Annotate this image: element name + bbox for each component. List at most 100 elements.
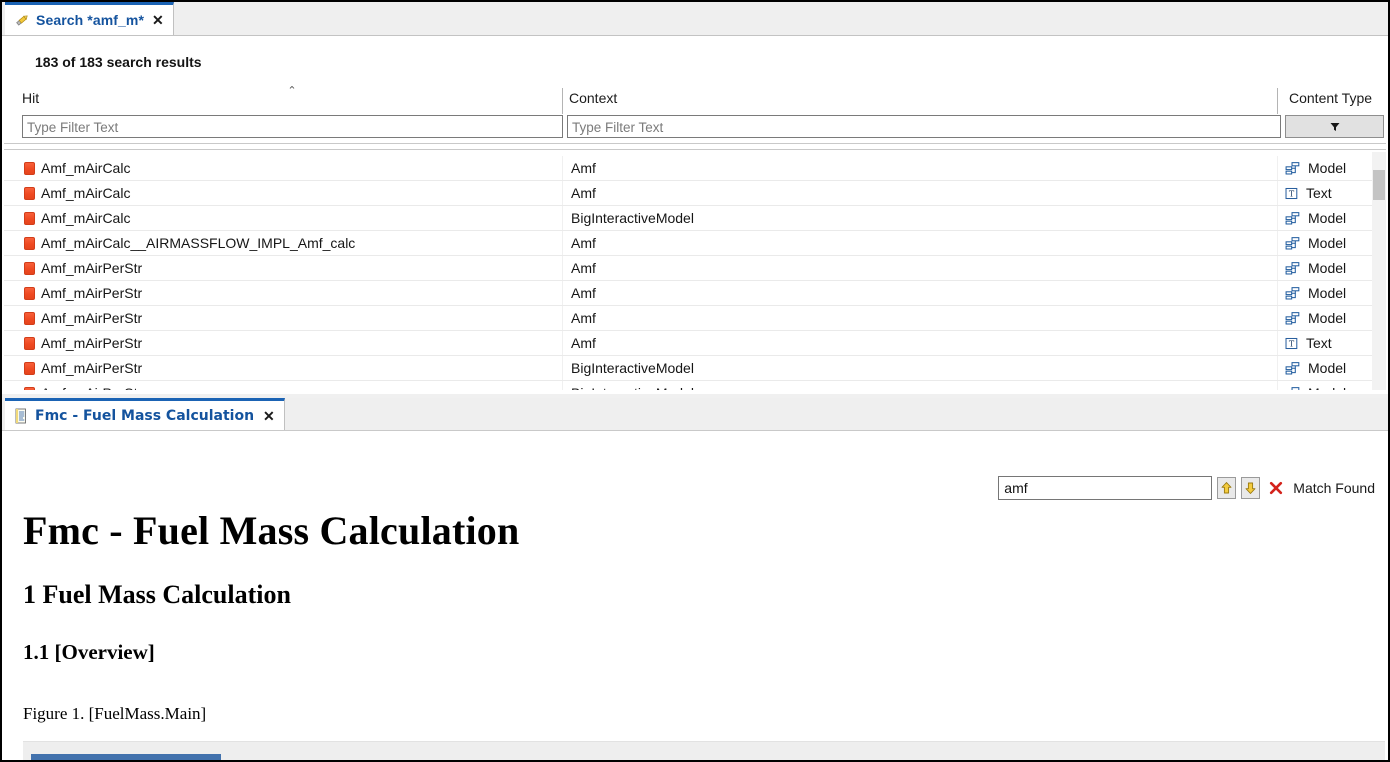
row-divider-1: [562, 381, 563, 390]
cell-hit-label: Amf_mAirPerStr: [41, 285, 142, 301]
cell-hit: Amf_mAirCalc: [24, 206, 130, 230]
arrow-up-icon: [1220, 481, 1233, 495]
table-row[interactable]: Amf_mAirPerStrBigInteractiveModelModel: [4, 356, 1386, 381]
cell-hit-label: Amf_mAirPerStr: [41, 260, 142, 276]
close-x-icon: [1268, 480, 1284, 496]
find-previous-button[interactable]: [1217, 477, 1236, 499]
cell-content-type: Model: [1285, 256, 1346, 280]
filter-input-context[interactable]: Type Filter Text: [567, 115, 1281, 138]
document-content: Match Found Fmc - Fuel Mass Calculation …: [5, 431, 1385, 760]
table-row[interactable]: Amf_mAirPerStrAmfTText: [4, 331, 1386, 356]
row-divider-2: [1277, 281, 1278, 305]
svg-text:T: T: [1289, 189, 1295, 198]
table-row[interactable]: Amf_mAirCalc__AIRMASSFLOW_IMPL_Amf_calcA…: [4, 231, 1386, 256]
figure-caption: Figure 1. [FuelMass.Main]: [23, 704, 206, 724]
cell-content-type-label: Text: [1306, 185, 1332, 201]
model-icon: [1285, 312, 1300, 325]
cell-hit-label: Amf_mAirPerStr: [41, 310, 142, 326]
hit-marker-icon: [24, 162, 35, 175]
cell-content-type-label: Model: [1308, 260, 1346, 276]
row-divider-1: [562, 231, 563, 255]
cell-context: Amf: [571, 256, 596, 280]
cell-content-type-label: Model: [1308, 160, 1346, 176]
cell-content-type-label: Model: [1308, 360, 1346, 376]
column-header-content-type[interactable]: Content Type: [1289, 90, 1372, 114]
cell-content-type: Model: [1285, 231, 1346, 255]
arrow-down-icon: [1244, 481, 1257, 495]
find-input[interactable]: [998, 476, 1212, 500]
column-header-context[interactable]: Context: [569, 90, 617, 114]
table-row[interactable]: Amf_mAirPerStrAmfModel: [4, 306, 1386, 331]
filter-input-hit[interactable]: Type Filter Text: [22, 115, 563, 138]
editor-view: Fmc - Fuel Mass Calculation ✕: [2, 398, 1388, 760]
hit-marker-icon: [24, 187, 35, 200]
table-row[interactable]: Amf_mAirCalcBigInteractiveModelModel: [4, 206, 1386, 231]
cell-context: Amf: [571, 306, 596, 330]
cell-hit: Amf_mAirPerStr: [24, 381, 142, 390]
find-bar: Match Found: [998, 476, 1375, 500]
tab-fmc-label: Fmc - Fuel Mass Calculation: [35, 408, 254, 424]
hit-marker-icon: [24, 387, 35, 391]
row-divider-1: [562, 206, 563, 230]
row-divider-1: [562, 181, 563, 205]
cell-content-type: Model: [1285, 206, 1346, 230]
find-next-button[interactable]: [1241, 477, 1260, 499]
cell-hit: Amf_mAirCalc: [24, 156, 130, 180]
cell-hit-label: Amf_mAirPerStr: [41, 360, 142, 376]
hit-marker-icon: [24, 262, 35, 275]
cell-hit-label: Amf_mAirPerStr: [41, 385, 142, 390]
cell-hit: Amf_mAirPerStr: [24, 356, 142, 380]
row-divider-2: [1277, 331, 1278, 355]
row-divider-2: [1277, 181, 1278, 205]
column-header-hit[interactable]: Hit: [22, 90, 39, 114]
hit-marker-icon: [24, 237, 35, 250]
cell-context: BigInteractiveModel: [571, 381, 694, 390]
tab-search-close-icon[interactable]: ✕: [152, 13, 164, 27]
model-icon: [1285, 287, 1300, 300]
model-icon: [1285, 362, 1300, 375]
tab-fmc-document[interactable]: Fmc - Fuel Mass Calculation ✕: [5, 398, 285, 430]
sort-ascending-icon: ⌃: [285, 86, 299, 96]
results-vertical-scrollbar[interactable]: [1372, 152, 1386, 390]
filter-button-content-type[interactable]: [1285, 115, 1384, 138]
tab-search[interactable]: Search *amf_m* ✕: [5, 2, 174, 35]
svg-text:T: T: [1289, 339, 1295, 348]
text-icon: T: [1285, 187, 1298, 200]
table-row[interactable]: Amf_mAirPerStrAmfModel: [4, 281, 1386, 306]
text-icon: T: [1285, 337, 1298, 350]
application-window: Search *amf_m* ✕ 183 of 183 search resul…: [0, 0, 1390, 762]
row-divider-2: [1277, 256, 1278, 280]
document-title: Fmc - Fuel Mass Calculation: [23, 507, 519, 554]
cell-hit: Amf_mAirCalc: [24, 181, 130, 205]
funnel-filter-icon: [1329, 121, 1341, 133]
cell-hit: Amf_mAirPerStr: [24, 256, 142, 280]
tab-fmc-close-icon[interactable]: ✕: [263, 409, 275, 423]
cell-hit: Amf_mAirPerStr: [24, 306, 142, 330]
editor-tab-bar: Fmc - Fuel Mass Calculation ✕: [2, 398, 1388, 431]
row-divider-1: [562, 156, 563, 180]
table-row[interactable]: Amf_mAirCalcAmfModel: [4, 156, 1386, 181]
open-interactive-model-button[interactable]: Open interactive model: [31, 754, 221, 760]
tab-bar-empty-area: [165, 2, 1388, 35]
row-divider-2: [1277, 206, 1278, 230]
cell-hit-label: Amf_mAirPerStr: [41, 335, 142, 351]
column-divider-1: [562, 88, 563, 114]
header-divider-upper: [4, 143, 1386, 144]
table-row[interactable]: Amf_mAirCalcAmfTText: [4, 181, 1386, 206]
row-divider-1: [562, 331, 563, 355]
cell-content-type-label: Text: [1306, 335, 1332, 351]
row-divider-1: [562, 356, 563, 380]
cell-content-type-label: Model: [1308, 210, 1346, 226]
search-results-list[interactable]: Amf_mAirCalcAmfModelAmf_mAirCalcAmfTText…: [4, 156, 1386, 390]
row-divider-2: [1277, 156, 1278, 180]
search-view: Search *amf_m* ✕ 183 of 183 search resul…: [2, 2, 1388, 394]
table-row[interactable]: Amf_mAirPerStrBigInteractiveModelModel: [4, 381, 1386, 390]
find-close-button[interactable]: [1266, 477, 1285, 499]
cell-hit-label: Amf_mAirCalc: [41, 210, 130, 226]
cell-hit: Amf_mAirCalc__AIRMASSFLOW_IMPL_Amf_calc: [24, 231, 355, 255]
table-row[interactable]: Amf_mAirPerStr Amf Model: [4, 256, 1386, 281]
results-scrollbar-thumb[interactable]: [1373, 170, 1385, 200]
row-divider-1: [562, 256, 563, 280]
pencil-search-icon: [14, 12, 30, 28]
document-icon: [14, 408, 28, 424]
